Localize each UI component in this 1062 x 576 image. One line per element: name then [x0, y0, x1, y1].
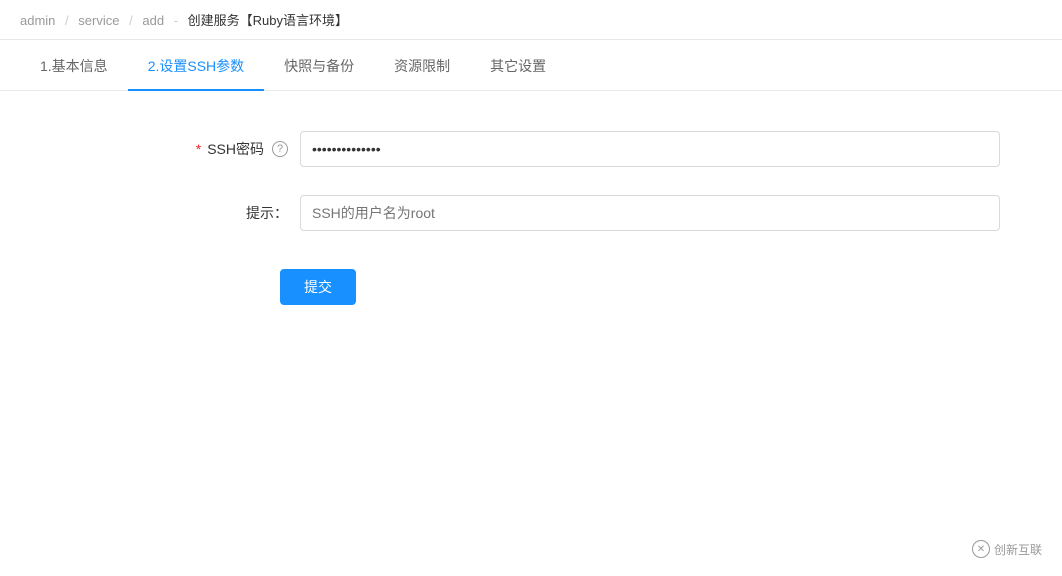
hint-label: 提示：	[20, 203, 300, 223]
breadcrumb-sep-3: -	[174, 13, 178, 28]
breadcrumb-sep-1: /	[65, 13, 69, 28]
ssh-password-row: * SSH密码 ?	[0, 131, 1062, 167]
hint-row: 提示：	[0, 195, 1062, 231]
required-mark: *	[196, 141, 201, 157]
breadcrumb-current: 创建服务【Ruby语言环境】	[188, 13, 348, 28]
breadcrumb: admin / service / add - 创建服务【Ruby语言环境】	[0, 0, 1062, 40]
tab-other[interactable]: 其它设置	[470, 40, 566, 90]
ssh-password-label: * SSH密码 ?	[20, 139, 300, 159]
submit-row: 提交	[0, 259, 1062, 315]
main-content: 1.基本信息 2.设置SSH参数 快照与备份 资源限制 其它设置 * SSH密码…	[0, 40, 1062, 576]
ssh-password-label-text: SSH密码	[207, 139, 264, 159]
tab-bar: 1.基本信息 2.设置SSH参数 快照与备份 资源限制 其它设置	[0, 40, 1062, 91]
hint-input[interactable]	[300, 195, 1000, 231]
breadcrumb-admin[interactable]: admin	[20, 13, 55, 28]
breadcrumb-sep-2: /	[129, 13, 133, 28]
watermark-icon: ✕	[972, 540, 990, 558]
breadcrumb-add[interactable]: add	[142, 13, 164, 28]
hint-label-text: 提示：	[246, 203, 288, 223]
tab-resource[interactable]: 资源限制	[374, 40, 470, 90]
form-area: * SSH密码 ? 提示： 提交	[0, 91, 1062, 355]
watermark-text: 创新互联	[994, 541, 1042, 558]
help-icon[interactable]: ?	[272, 141, 288, 157]
tab-basic[interactable]: 1.基本信息	[20, 40, 128, 90]
ssh-password-input[interactable]	[300, 131, 1000, 167]
tab-ssh[interactable]: 2.设置SSH参数	[128, 40, 264, 90]
watermark: ✕ 创新互联	[972, 540, 1042, 558]
breadcrumb-service[interactable]: service	[78, 13, 119, 28]
submit-button[interactable]: 提交	[280, 269, 356, 305]
tab-snapshot[interactable]: 快照与备份	[264, 40, 374, 90]
